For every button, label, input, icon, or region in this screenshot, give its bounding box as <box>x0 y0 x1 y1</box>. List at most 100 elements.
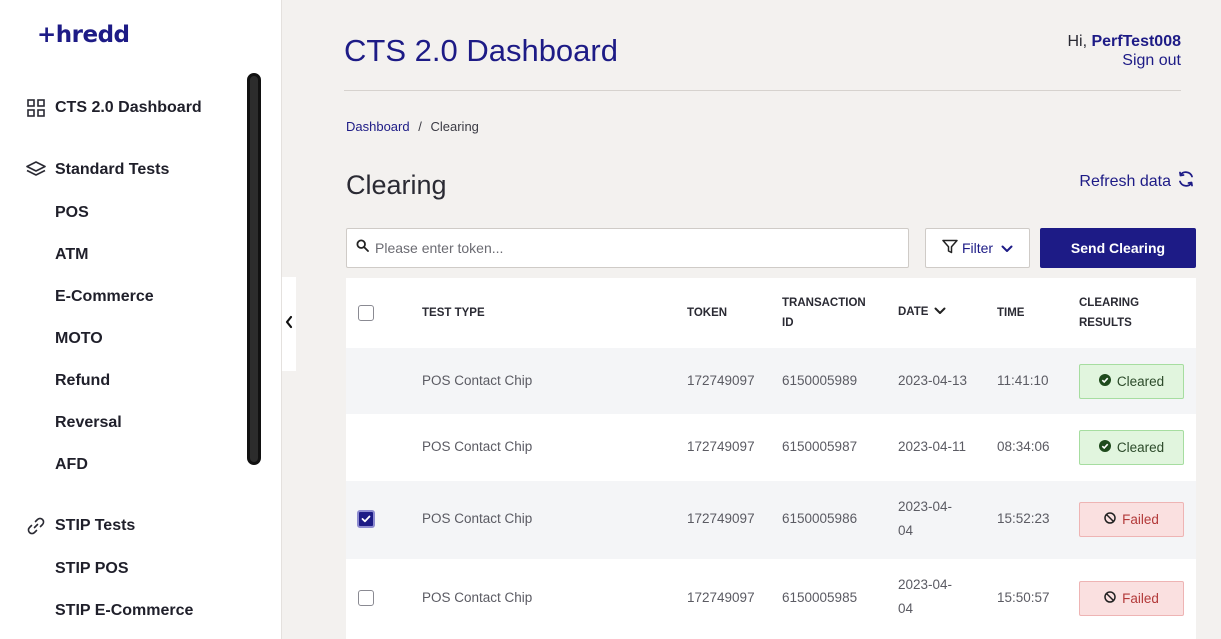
search-icon <box>356 239 369 257</box>
cell-transaction-id: 6150005985 <box>782 590 858 605</box>
sidebar-scrollbar[interactable] <box>247 73 261 465</box>
header-time[interactable]: TIME <box>997 303 1024 323</box>
cell-date: 2023-04-13 <box>898 373 968 388</box>
header-clearing-results[interactable]: CLEARING RESULTS <box>1079 293 1139 333</box>
grid-icon <box>26 98 46 118</box>
sidebar-item-stip-pos[interactable]: STIP POS <box>55 560 129 578</box>
sidebar-item-reversal[interactable]: Reversal <box>55 414 122 432</box>
cell-test-type: POS Contact Chip <box>422 439 533 454</box>
greeting-prefix: Hi, <box>1067 33 1092 50</box>
cell-date-line1: 2023-04- <box>898 499 953 514</box>
table-row[interactable]: POS Contact Chip 172749097 6150005989 20… <box>346 348 1196 414</box>
table-row[interactable]: POS Contact Chip 172749097 6150005986 20… <box>346 481 1196 559</box>
breadcrumb-separator: / <box>418 119 422 134</box>
cell-date: 2023-04-11 <box>898 439 967 454</box>
status-label: Failed <box>1122 512 1159 527</box>
table-header: TEST TYPE TOKEN TRANSACTION ID DATE TIME… <box>346 278 1196 348</box>
header-date[interactable]: DATE <box>898 302 946 322</box>
table-row[interactable]: POS Contact Chip 172749097 6150005985 20… <box>346 559 1196 639</box>
breadcrumb: Dashboard / Clearing <box>346 119 479 134</box>
check-circle-icon <box>1098 374 1111 389</box>
refresh-icon <box>1177 170 1195 193</box>
cell-test-type: POS Contact Chip <box>422 373 533 388</box>
chevron-left-icon <box>284 315 294 334</box>
sort-chevron-down-icon <box>934 302 946 322</box>
cell-date-line2: 04 <box>898 523 914 538</box>
filter-icon <box>942 239 958 257</box>
cell-date-line1: 2023-04- <box>898 577 953 592</box>
status-badge: Failed <box>1079 502 1184 537</box>
header-transaction-line2: ID <box>782 317 794 329</box>
checkmark-icon <box>361 510 371 528</box>
user-greeting: Hi, PerfTest008 Sign out <box>1067 32 1181 70</box>
send-clearing-button[interactable]: Send Clearing <box>1040 228 1196 268</box>
cell-time: 15:52:23 <box>997 511 1050 526</box>
cell-token: 172749097 <box>687 590 755 605</box>
breadcrumb-dashboard[interactable]: Dashboard <box>346 119 410 134</box>
header-date-label: DATE <box>898 306 929 318</box>
thredd-logo[interactable]: +hredd <box>37 22 130 48</box>
user-name: PerfTest008 <box>1091 33 1181 50</box>
status-badge: Cleared <box>1079 364 1184 399</box>
sidebar-item-moto[interactable]: MOTO <box>55 330 103 348</box>
cell-date: 2023-04- 04 <box>898 573 952 621</box>
sidebar-item-refund[interactable]: Refund <box>55 372 110 390</box>
status-label: Cleared <box>1116 440 1165 455</box>
blocked-icon <box>1104 512 1116 527</box>
cell-date: 2023-04- 04 <box>898 495 952 543</box>
sign-out-link[interactable]: Sign out <box>1067 51 1181 70</box>
sidebar-item-label: Standard Tests <box>55 161 170 178</box>
cell-transaction-id: 6150005987 <box>782 439 858 454</box>
sidebar-item-dashboard[interactable]: CTS 2.0 Dashboard <box>26 98 202 118</box>
sidebar-item-atm[interactable]: ATM <box>55 246 88 264</box>
chevron-down-icon <box>1001 240 1013 256</box>
cell-time: 11:41:10 <box>997 373 1049 388</box>
cell-token: 172749097 <box>687 511 755 526</box>
sidebar-item-label: STIP Tests <box>55 517 136 534</box>
cell-time: 08:34:06 <box>997 439 1050 454</box>
refresh-data-button[interactable]: Refresh data <box>1079 170 1195 193</box>
status-badge: Cleared <box>1079 430 1184 465</box>
cell-test-type: POS Contact Chip <box>422 511 533 526</box>
sidebar-item-stip-ecommerce[interactable]: STIP E-Commerce <box>55 602 193 620</box>
sidebar-item-pos[interactable]: POS <box>55 204 89 222</box>
header-transaction-id[interactable]: TRANSACTION ID <box>782 293 866 333</box>
breadcrumb-current: Clearing <box>430 119 479 134</box>
cell-token: 172749097 <box>687 439 755 454</box>
header-clearing-line1: CLEARING <box>1079 297 1140 309</box>
sidebar-item-stip-tests[interactable]: STIP Tests <box>26 516 135 536</box>
cell-token: 172749097 <box>687 373 755 388</box>
header-test-type[interactable]: TEST TYPE <box>422 303 485 323</box>
cell-transaction-id: 6150005986 <box>782 511 858 526</box>
select-all-checkbox[interactable] <box>358 305 374 321</box>
token-search-field[interactable] <box>346 228 909 268</box>
page-title: CTS 2.0 Dashboard <box>344 33 618 68</box>
sidebar-item-label: CTS 2.0 Dashboard <box>55 99 202 116</box>
sidebar-item-afd[interactable]: AFD <box>55 456 88 474</box>
token-search-input[interactable] <box>375 240 875 256</box>
sidebar-item-ecommerce[interactable]: E-Commerce <box>55 288 154 306</box>
cell-transaction-id: 6150005989 <box>782 373 858 388</box>
table-row[interactable]: POS Contact Chip 172749097 6150005987 20… <box>346 414 1196 481</box>
cell-time: 15:50:57 <box>997 590 1050 605</box>
cell-test-type: POS Contact Chip <box>422 590 533 605</box>
refresh-label: Refresh data <box>1079 172 1171 190</box>
status-label: Failed <box>1122 591 1159 606</box>
check-circle-icon <box>1098 440 1111 455</box>
status-badge: Failed <box>1079 581 1184 616</box>
section-title: Clearing <box>346 170 447 200</box>
sidebar-item-standard-tests[interactable]: Standard Tests <box>26 160 169 180</box>
header-token[interactable]: TOKEN <box>687 303 727 323</box>
blocked-icon <box>1104 591 1116 606</box>
row-checkbox[interactable] <box>358 590 374 606</box>
status-label: Cleared <box>1116 374 1165 389</box>
cell-date-line2: 04 <box>898 601 914 616</box>
filter-button[interactable]: Filter <box>925 228 1030 268</box>
collapse-sidebar-button[interactable] <box>282 277 296 371</box>
filter-label: Filter <box>961 240 994 256</box>
header-transaction-line1: TRANSACTION <box>782 297 866 309</box>
row-checkbox[interactable] <box>357 510 375 528</box>
link-icon <box>26 516 46 536</box>
layers-icon <box>26 160 46 180</box>
header-divider <box>344 90 1181 91</box>
